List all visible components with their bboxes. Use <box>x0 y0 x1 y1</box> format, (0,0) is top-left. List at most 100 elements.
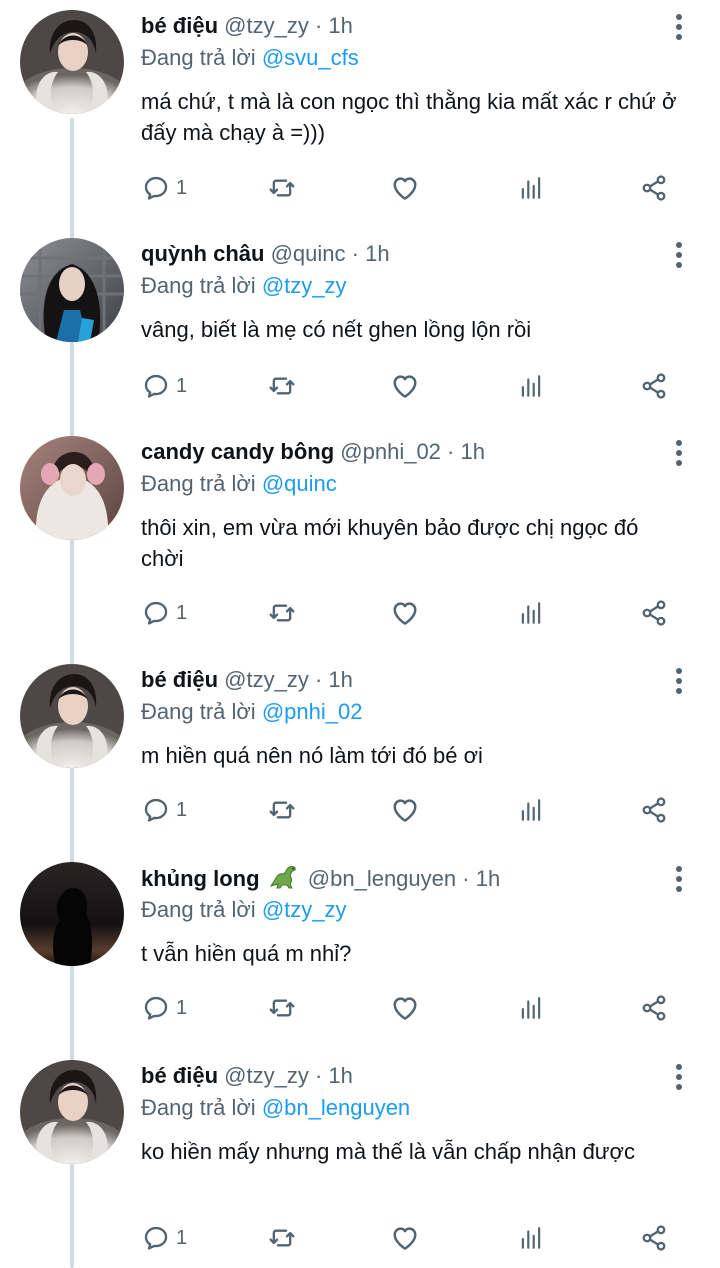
more-icon[interactable] <box>674 1064 684 1092</box>
share-button[interactable] <box>640 593 668 633</box>
reply-icon <box>142 599 170 627</box>
reply-button[interactable]: 1 <box>142 988 187 1028</box>
more-icon[interactable] <box>674 242 684 270</box>
reply-prefix: Đang trả lời <box>141 45 256 70</box>
like-button[interactable] <box>390 1218 420 1258</box>
reply-button[interactable]: 1 <box>142 366 187 406</box>
username[interactable]: @bn_lenguyen <box>308 866 456 891</box>
mention-link[interactable]: @pnhi_02 <box>262 699 363 724</box>
share-button[interactable] <box>640 1218 668 1258</box>
retweet-button[interactable] <box>266 593 298 633</box>
share-button[interactable] <box>640 988 668 1028</box>
reply-button[interactable]: 1 <box>142 593 187 633</box>
more-icon[interactable] <box>674 668 684 696</box>
username[interactable]: @pnhi_02 <box>340 439 441 464</box>
like-button[interactable] <box>390 988 420 1028</box>
retweet-button[interactable] <box>266 1218 298 1258</box>
analytics-button[interactable] <box>518 366 544 406</box>
share-icon <box>640 174 668 202</box>
avatar[interactable] <box>20 862 124 966</box>
avatar[interactable] <box>20 436 124 540</box>
tweet-header: quỳnh châu @quinc · 1h <box>141 240 660 268</box>
timestamp[interactable]: 1h <box>461 439 485 464</box>
timestamp[interactable]: 1h <box>328 13 352 38</box>
analytics-button[interactable] <box>518 1218 544 1258</box>
analytics-icon <box>518 175 544 201</box>
retweet-button[interactable] <box>266 168 298 208</box>
retweet-icon <box>266 174 298 202</box>
tweet-text: thôi xin, em vừa mới khuyên bảo được chị… <box>141 515 639 571</box>
tweet-text: vâng, biết là mẹ có nết ghen lồng lộn rồ… <box>141 317 532 342</box>
reply-prefix: Đang trả lời <box>141 897 256 922</box>
separator: · <box>447 439 455 464</box>
analytics-button[interactable] <box>518 593 544 633</box>
tweet[interactable]: candy candy bông @pnhi_02 · 1h Đang trả … <box>0 426 720 651</box>
display-name[interactable]: bé điệu <box>141 667 218 692</box>
display-name[interactable]: candy candy bông <box>141 439 334 464</box>
reply-context: Đang trả lời @tzy_zy <box>141 272 347 300</box>
mention-link[interactable]: @bn_lenguyen <box>262 1095 410 1120</box>
tweet[interactable]: quỳnh châu @quinc · 1h Đang trả lời @tzy… <box>0 228 720 418</box>
like-button[interactable] <box>390 593 420 633</box>
display-name[interactable]: bé điệu <box>141 13 218 38</box>
username[interactable]: @tzy_zy <box>224 13 309 38</box>
avatar[interactable] <box>20 10 124 114</box>
analytics-button[interactable] <box>518 168 544 208</box>
share-button[interactable] <box>640 790 668 830</box>
tweet[interactable]: bé điệu @tzy_zy · 1h Đang trả lời @bn_le… <box>0 1050 720 1265</box>
tweet[interactable]: khủng long @bn_lenguyen · 1h Đang trả lờ… <box>0 852 720 1042</box>
more-icon[interactable] <box>674 14 684 42</box>
reply-button[interactable]: 1 <box>142 790 187 830</box>
like-icon <box>390 173 420 203</box>
mention-link[interactable]: @svu_cfs <box>262 45 359 70</box>
like-button[interactable] <box>390 790 420 830</box>
tweet-text: m hiền quá nên nó làm tới đó bé ơi <box>141 743 483 768</box>
action-bar: 1 <box>0 593 720 633</box>
avatar[interactable] <box>20 238 124 342</box>
display-name[interactable]: bé điệu <box>141 1063 218 1088</box>
username[interactable]: @tzy_zy <box>224 1063 309 1088</box>
mention-link[interactable]: @quinc <box>262 471 337 496</box>
retweet-button[interactable] <box>266 366 298 406</box>
tweet-header: candy candy bông @pnhi_02 · 1h <box>141 438 660 466</box>
reply-button[interactable]: 1 <box>142 1218 187 1258</box>
display-name[interactable]: quỳnh châu <box>141 241 264 266</box>
share-button[interactable] <box>640 366 668 406</box>
tweet-header: bé điệu @tzy_zy · 1h <box>141 666 660 694</box>
analytics-button[interactable] <box>518 988 544 1028</box>
timestamp[interactable]: 1h <box>476 866 500 891</box>
retweet-button[interactable] <box>266 988 298 1028</box>
share-icon <box>640 372 668 400</box>
tweet-text: t vẫn hiền quá m nhỉ? <box>141 941 352 966</box>
retweet-button[interactable] <box>266 790 298 830</box>
like-button[interactable] <box>390 366 420 406</box>
tweet-header: bé điệu @tzy_zy · 1h <box>141 1062 660 1090</box>
reply-count: 1 <box>176 996 188 1019</box>
like-icon <box>390 993 420 1023</box>
reply-icon <box>142 796 170 824</box>
tweet[interactable]: bé điệu @tzy_zy · 1h Đang trả lời @pnhi_… <box>0 654 720 844</box>
username[interactable]: @quinc <box>271 241 346 266</box>
share-button[interactable] <box>640 168 668 208</box>
more-icon[interactable] <box>674 866 684 894</box>
timestamp[interactable]: 1h <box>328 1063 352 1088</box>
timestamp[interactable]: 1h <box>365 241 389 266</box>
mention-link[interactable]: @tzy_zy <box>262 273 347 298</box>
analytics-icon <box>518 373 544 399</box>
reply-icon <box>142 1224 170 1252</box>
reply-context: Đang trả lời @svu_cfs <box>141 44 359 72</box>
reply-context: Đang trả lời @pnhi_02 <box>141 698 362 726</box>
timestamp[interactable]: 1h <box>328 667 352 692</box>
analytics-button[interactable] <box>518 790 544 830</box>
tweet[interactable]: bé điệu @tzy_zy · 1h Đang trả lời @svu_c… <box>0 0 720 215</box>
more-icon[interactable] <box>674 440 684 468</box>
username[interactable]: @tzy_zy <box>224 667 309 692</box>
like-button[interactable] <box>390 168 420 208</box>
action-bar: 1 <box>0 1218 720 1258</box>
display-name[interactable]: khủng long <box>141 866 260 891</box>
reply-button[interactable]: 1 <box>142 168 187 208</box>
avatar[interactable] <box>20 1060 124 1164</box>
avatar[interactable] <box>20 664 124 768</box>
share-icon <box>640 994 668 1022</box>
mention-link[interactable]: @tzy_zy <box>262 897 347 922</box>
